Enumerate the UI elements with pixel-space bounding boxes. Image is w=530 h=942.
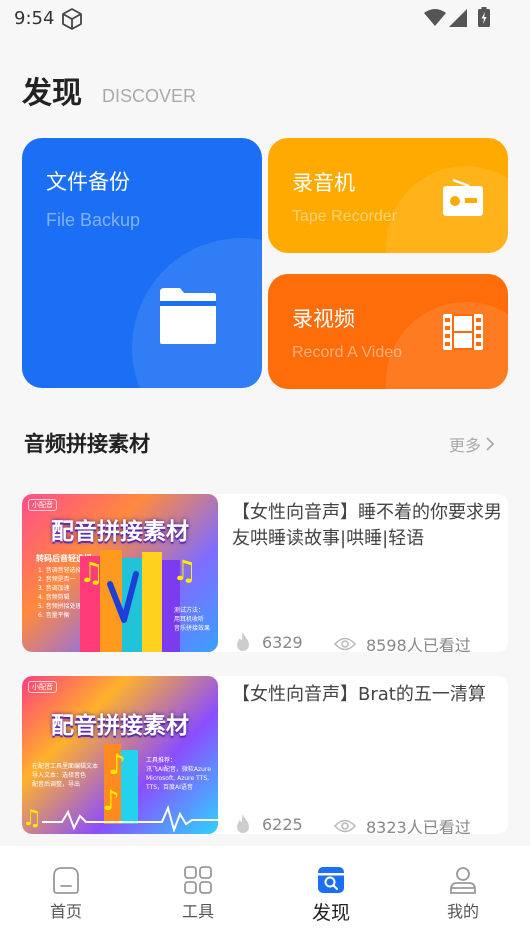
thumbnail-banner: 配音拼接素材 bbox=[51, 519, 189, 545]
thumbnail-side-line: 6. 音量平衡 bbox=[38, 612, 70, 619]
person-icon bbox=[450, 867, 476, 894]
sound-wave bbox=[42, 804, 218, 832]
grid-icon bbox=[184, 866, 212, 894]
cube-icon bbox=[62, 8, 82, 30]
file-backup-card[interactable]: 文件备份 File Backup bbox=[22, 138, 262, 388]
hot-count-value: 6329 bbox=[262, 632, 303, 652]
thumbnail-tag: 小配音 bbox=[28, 499, 57, 511]
thumbnail-tag: 小配音 bbox=[28, 681, 57, 693]
thumbnail-side-line: 1. 音调音轻选择 bbox=[38, 567, 82, 574]
nav-mine[interactable]: 我的 bbox=[423, 864, 503, 922]
thumbnail-side-right: 工具推荐： 讯飞AI配音，微软Azure Microsoft, Azure TT… bbox=[146, 757, 211, 791]
view-count-value: 8598人已看过 bbox=[366, 636, 471, 652]
discover-icon bbox=[318, 867, 344, 893]
card-title: 文件备份 bbox=[46, 170, 130, 194]
item-headline: 【女性向音声】睡不着的你要求男友哄睡读故事|哄睡|轻语 bbox=[232, 502, 502, 549]
flame-icon bbox=[237, 632, 249, 651]
thumbnail-banner: 配音拼接素材 bbox=[51, 713, 189, 739]
hot-count-value: 6225 bbox=[262, 814, 303, 834]
flame-icon bbox=[237, 814, 249, 833]
view-count-value: 8323人已看过 bbox=[366, 818, 471, 834]
card-title: 录音机 bbox=[292, 171, 355, 195]
wifi-icon bbox=[424, 9, 446, 26]
view-count: 8323人已看过 bbox=[334, 814, 471, 834]
card-subtitle: Tape Recorder bbox=[292, 208, 397, 225]
thumbnail-side-right: 测试方法： 用耳机收听 音乐拼接效果 bbox=[174, 607, 211, 632]
status-time: 9:54 bbox=[14, 8, 55, 29]
item-headline: 【女性向音声】Brat的五一清算 bbox=[232, 684, 486, 705]
thumbnail-side-line: 3. 音调加速 bbox=[38, 585, 70, 592]
nav-label: 发现 bbox=[311, 902, 350, 924]
folder-icon bbox=[160, 288, 216, 344]
thumbnail-side-list: 1. 音调音轻选择 2. 音频是否一 3. 音调加速 4. 音频剪辑 5. 音频… bbox=[38, 566, 82, 620]
thumbnail: 小配音 配音拼接素材 转码后音轻选择 1. 音调音轻选择 2. 音频是否一 3.… bbox=[22, 494, 218, 652]
list-item[interactable]: 小配音 配音拼接素材 转码后音轻选择 1. 音调音轻选择 2. 音频是否一 3.… bbox=[22, 494, 508, 652]
section-title: 音频拼接素材 bbox=[24, 432, 150, 456]
home-icon bbox=[53, 867, 79, 894]
thumbnail: 小配音 配音拼接素材 ♪ ♪ ♫ 在配音工具里面编辑文本 导入文本：选择音色 配… bbox=[22, 676, 218, 834]
card-subtitle: Record A Video bbox=[292, 344, 403, 361]
status-bar: 9:54 bbox=[0, 0, 530, 36]
nav-tools[interactable]: 工具 bbox=[158, 864, 238, 922]
more-label: 更多 bbox=[449, 436, 482, 455]
battery-icon bbox=[478, 7, 490, 27]
record-video-card[interactable]: 录视频 Record A Video bbox=[268, 274, 508, 389]
bottom-nav: 首页 工具 发现 我的 bbox=[0, 846, 530, 942]
signal-icon bbox=[449, 9, 467, 27]
music-note-icon: ♫ bbox=[22, 806, 42, 831]
page-title: 发现 bbox=[22, 76, 82, 111]
tape-recorder-card[interactable]: 录音机 Tape Recorder bbox=[268, 138, 508, 253]
card-subtitle: File Backup bbox=[46, 210, 141, 230]
thumbnail-side-left: 在配音工具里面编辑文本 导入文本：选择音色 配音后调整，导出 bbox=[32, 763, 99, 788]
more-link[interactable]: 更多 bbox=[449, 432, 495, 456]
music-note-icon: ♫ bbox=[172, 554, 198, 587]
nav-label: 首页 bbox=[49, 902, 82, 921]
nav-home[interactable]: 首页 bbox=[26, 864, 106, 922]
view-count: 8598人已看过 bbox=[334, 632, 471, 652]
nav-label: 工具 bbox=[181, 902, 214, 921]
thumbnail-side-line: 4. 音频剪辑 bbox=[38, 594, 70, 601]
radio-icon bbox=[443, 178, 483, 216]
nav-discover[interactable]: 发现 bbox=[291, 864, 371, 925]
page-subtitle: DISCOVER bbox=[102, 86, 197, 106]
hot-count: 6225 bbox=[234, 814, 303, 834]
thumbnail-side-line: 5. 音频拼接处理 bbox=[38, 603, 82, 610]
hot-count: 6329 bbox=[234, 632, 303, 652]
list-item[interactable]: 小配音 配音拼接素材 ♪ ♪ ♫ 在配音工具里面编辑文本 导入文本：选择音色 配… bbox=[22, 676, 508, 834]
thumbnail-side-line: 2. 音频是否一 bbox=[38, 576, 76, 583]
eye-icon bbox=[334, 637, 356, 651]
eye-icon bbox=[334, 819, 356, 833]
film-icon bbox=[443, 314, 483, 350]
chevron-right-icon bbox=[486, 437, 495, 451]
nav-label: 我的 bbox=[446, 902, 479, 921]
music-note-icon: ♫ bbox=[79, 556, 105, 589]
card-title: 录视频 bbox=[292, 307, 355, 331]
music-note-icon: ♪ bbox=[108, 748, 126, 781]
